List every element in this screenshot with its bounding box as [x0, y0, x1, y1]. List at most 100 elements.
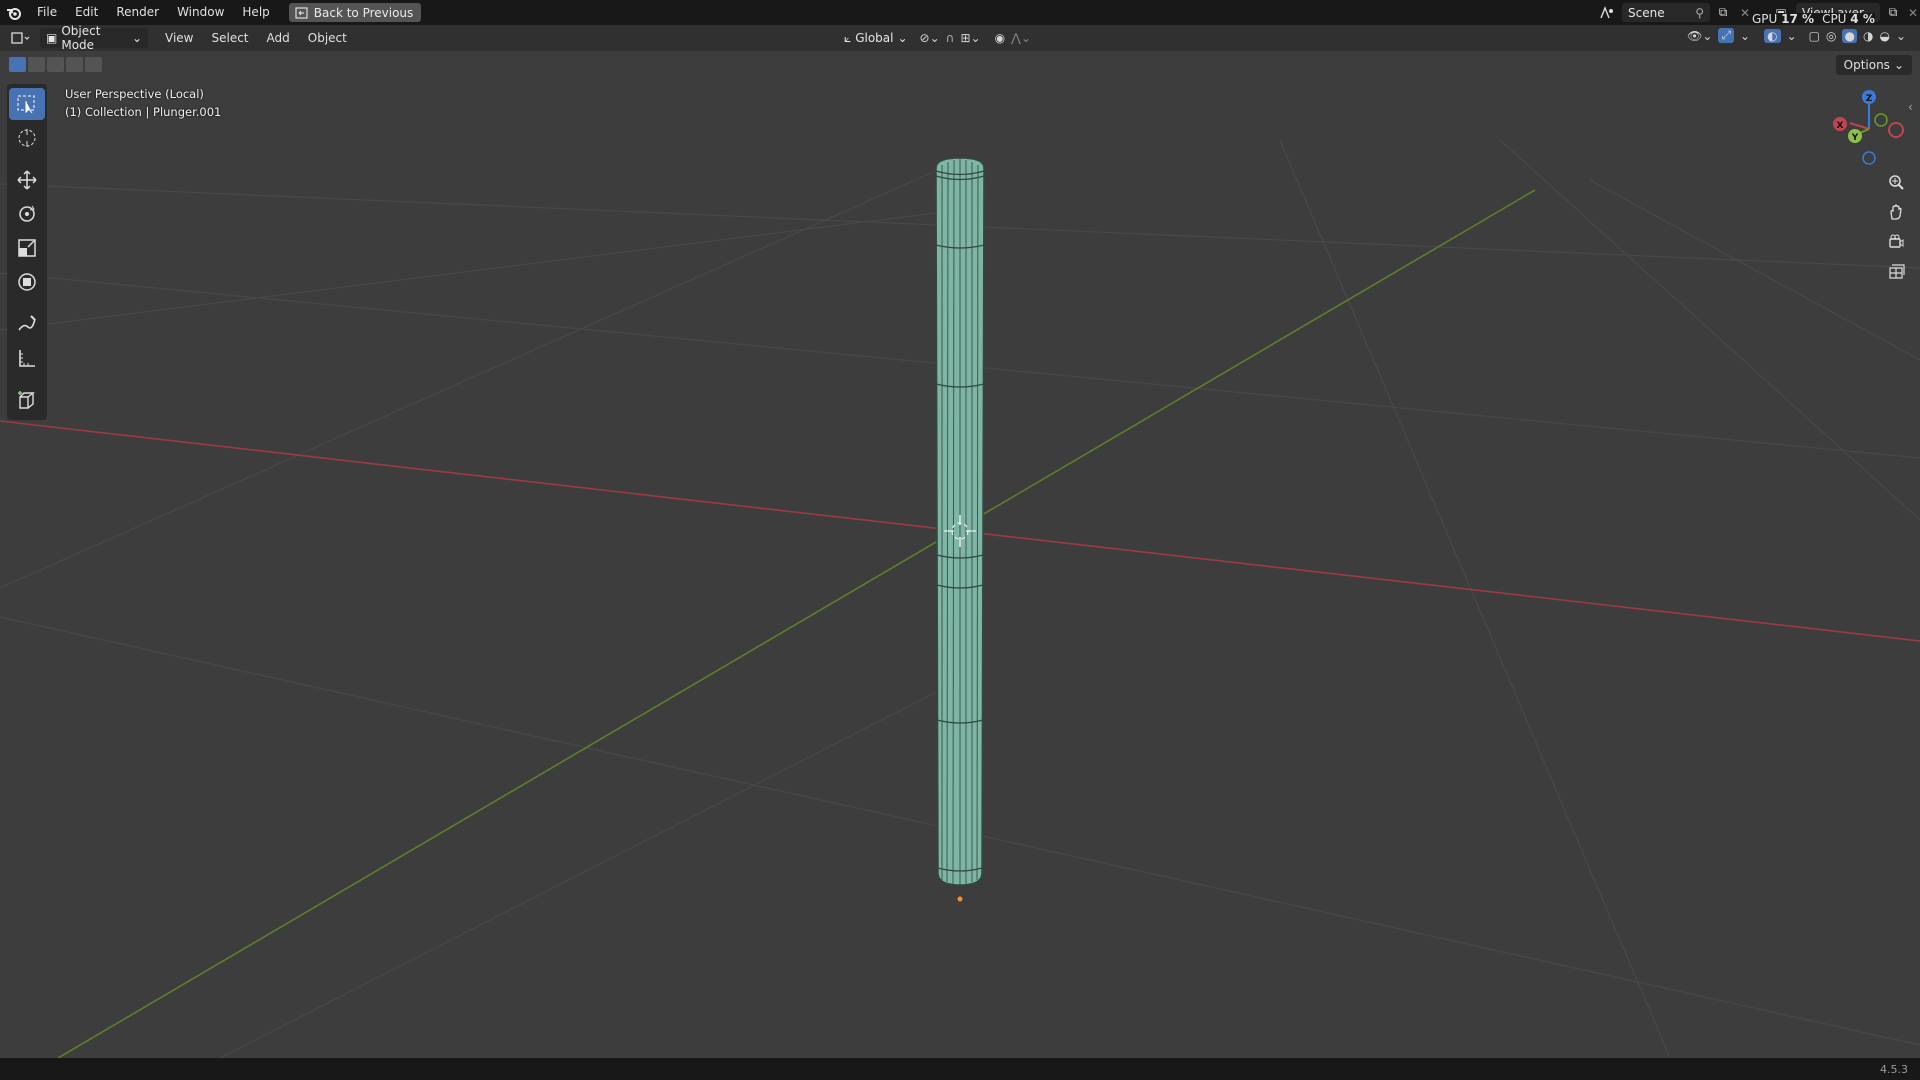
gizmo-neg-y[interactable] — [1874, 113, 1888, 127]
select-intersect-button[interactable] — [85, 57, 102, 72]
tool-select-box[interactable] — [9, 88, 45, 120]
tool-cursor[interactable] — [9, 122, 45, 154]
resource-gauges: GPU 17 % CPU 4 % — [1752, 13, 1875, 25]
cpu-gauge: CPU 4 % — [1822, 12, 1875, 26]
wireframe-shading-icon[interactable]: ◎ — [1826, 29, 1836, 43]
tool-rotate[interactable] — [9, 198, 45, 230]
delete-view-layer-icon[interactable]: ✕ — [1906, 6, 1920, 20]
viewport-collection-label: (1) Collection | Plunger.001 — [65, 105, 222, 119]
top-bar: File Edit Render Window Help Back to Pre… — [0, 0, 1920, 25]
snap-target-icon[interactable]: ⊞⌄ — [960, 31, 980, 45]
pivot-point-icon[interactable]: ⊘⌄ — [920, 31, 940, 45]
menu-help[interactable]: Help — [233, 0, 278, 25]
navigation-gizmo[interactable]: Z X Y — [1823, 83, 1913, 173]
gizmo-toggle-icon[interactable]: ⤢ — [1718, 28, 1735, 43]
rotate-icon — [19, 205, 35, 222]
object-origin-dot — [957, 896, 963, 902]
scene-selector[interactable]: Scene ⚲ ⧉ ✕ — [1594, 3, 1754, 22]
rendered-shading-icon[interactable]: ◒ — [1879, 29, 1889, 43]
scene-name: Scene — [1628, 5, 1665, 20]
gizmo-neg-x[interactable] — [1888, 122, 1904, 138]
move-icon — [17, 170, 37, 190]
overlays-dropdown-icon[interactable]: ⌄ — [1787, 29, 1797, 43]
select-box-icon — [17, 95, 35, 114]
editor-type-icon[interactable] — [0, 31, 40, 45]
options-label: Options — [1843, 58, 1890, 72]
tool-transform[interactable] — [9, 266, 45, 298]
menu-file[interactable]: File — [28, 0, 66, 25]
select-difference-button[interactable] — [66, 57, 83, 72]
gizmo-z-label: Z — [1866, 94, 1873, 104]
version-label: 4.5.3 — [1880, 1062, 1908, 1076]
plunger-mesh[interactable] — [935, 157, 985, 902]
chevron-down-icon: ⌄ — [131, 31, 142, 45]
header-menu-add[interactable]: Add — [258, 31, 299, 45]
proportional-edit-icon[interactable]: ◉ — [995, 31, 1005, 45]
gizmo-x-label: X — [1837, 121, 1844, 131]
back-to-previous-label: Back to Previous — [313, 5, 414, 20]
back-to-previous-button[interactable]: Back to Previous — [288, 3, 422, 22]
header-menu-select[interactable]: Select — [202, 31, 257, 45]
tool-move[interactable] — [9, 164, 45, 196]
ortho-grid-icon[interactable] — [1882, 258, 1910, 286]
new-view-layer-icon[interactable]: ⧉ — [1882, 5, 1904, 20]
annotate-icon — [18, 315, 36, 331]
transform-orientation-dropdown[interactable]: ⟀ Global ⌄ — [838, 28, 914, 48]
shading-dropdown-icon[interactable]: ⌄ — [1896, 29, 1906, 43]
object-mode-label: Object Mode — [61, 24, 101, 52]
tool-measure[interactable] — [9, 342, 45, 374]
transform-icon — [18, 273, 36, 291]
sidebar-toggle-icon[interactable]: ‹ — [1908, 100, 1920, 118]
scene-name-field[interactable]: Scene ⚲ — [1622, 3, 1710, 22]
tool-scale[interactable] — [9, 232, 45, 264]
viewport-display-controls: 👁⌄ ⤢ ⌄ ◐ ⌄ ▢ ◎ ● ◑ ◒ ⌄ — [1687, 28, 1906, 43]
material-shading-icon[interactable]: ◑ — [1863, 29, 1873, 43]
pin-icon[interactable]: ⚲ — [1695, 6, 1704, 20]
scale-icon — [18, 239, 36, 257]
gpu-gauge: GPU 17 % — [1752, 12, 1815, 26]
menu-render[interactable]: Render — [107, 0, 168, 25]
header-menu-object[interactable]: Object — [299, 31, 356, 45]
cursor-icon — [18, 129, 36, 147]
add-cube-icon — [18, 391, 35, 409]
visibility-icon[interactable]: 👁⌄ — [1687, 29, 1712, 43]
back-icon — [295, 6, 308, 19]
tool-annotate[interactable] — [9, 308, 45, 340]
status-bar: 4.5.3 — [0, 1058, 1920, 1080]
new-scene-icon[interactable]: ⧉ — [1712, 5, 1734, 20]
object-mode-dropdown[interactable]: ▣ Object Mode ⌄ — [40, 24, 148, 52]
viewport-perspective-label: User Perspective (Local) — [65, 87, 204, 101]
viewport-canvas[interactable] — [0, 51, 1920, 1058]
tool-shelf — [7, 84, 47, 420]
transform-controls: ⟀ Global ⌄ ⊘⌄ ∩ ⊞⌄ ◉ ⋀⌄ — [838, 28, 1031, 48]
chevron-down-icon: ⌄ — [897, 31, 908, 45]
camera-view-icon[interactable] — [1882, 228, 1910, 256]
gizmo-y-label: Y — [1851, 133, 1859, 143]
y-axis-line — [57, 189, 1536, 1058]
select-extend-button[interactable] — [28, 57, 45, 72]
gizmo-dropdown-icon[interactable]: ⌄ — [1740, 29, 1750, 43]
select-subtract-button[interactable] — [47, 57, 64, 72]
select-new-button[interactable] — [9, 57, 26, 72]
viewport-header: ▣ Object Mode ⌄ View Select Add Object ⟀… — [0, 24, 1920, 52]
menu-window[interactable]: Window — [168, 0, 233, 25]
menu-edit[interactable]: Edit — [66, 0, 107, 25]
measure-icon — [19, 350, 35, 367]
object-mode-icon: ▣ — [46, 31, 58, 45]
scene-icon — [1594, 5, 1620, 20]
xray-toggle-icon[interactable]: ▢ — [1809, 29, 1820, 43]
snap-icon[interactable]: ∩ — [946, 31, 955, 45]
chevron-down-icon: ⌄ — [1893, 58, 1904, 72]
zoom-icon[interactable] — [1882, 168, 1910, 196]
pan-hand-icon[interactable] — [1882, 198, 1910, 226]
select-mode-buttons — [9, 57, 104, 72]
tool-add-cube[interactable] — [9, 384, 45, 416]
solid-shading-icon[interactable]: ● — [1842, 28, 1857, 43]
falloff-icon[interactable]: ⋀⌄ — [1011, 31, 1031, 45]
overlays-toggle-icon[interactable]: ◐ — [1764, 28, 1781, 43]
gizmo-neg-z[interactable] — [1862, 151, 1876, 165]
header-menu-view[interactable]: View — [156, 31, 202, 45]
blender-logo-icon[interactable] — [0, 0, 28, 25]
orientation-icon: ⟀ — [844, 30, 852, 45]
options-dropdown[interactable]: Options ⌄ — [1835, 55, 1912, 75]
